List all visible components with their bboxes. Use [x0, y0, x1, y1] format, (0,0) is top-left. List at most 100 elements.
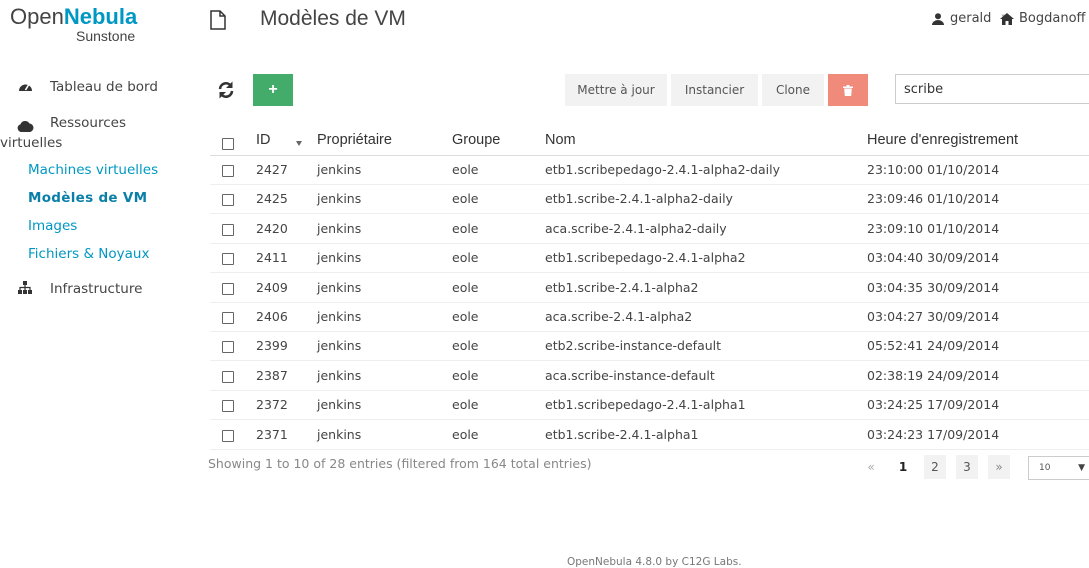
table-row[interactable]: 2406 jenkins eole aca.scribe-2.4.1-alpha2 03…: [210, 303, 1089, 332]
search-input[interactable]: [895, 74, 1089, 104]
table-row[interactable]: 2425 jenkins eole etb1.scribe-2.4.1-alpha2-…: [210, 185, 1089, 215]
row-checkbox[interactable]: [222, 194, 234, 207]
column-header-group[interactable]: Groupe: [452, 132, 500, 148]
column-header-registration-time[interactable]: Heure d'enregistrement: [867, 132, 1018, 148]
delete-button[interactable]: [828, 74, 868, 106]
page-title: Modèles de VM: [260, 7, 406, 30]
pagination-page-1[interactable]: 1: [892, 455, 914, 479]
cell-registration-time: 03:04:27 30/09/2014: [867, 309, 1000, 324]
row-checkbox[interactable]: [222, 165, 234, 177]
row-checkbox[interactable]: [222, 282, 234, 295]
cell-group: eole: [452, 309, 479, 324]
pagination-next[interactable]: »: [988, 455, 1010, 479]
chevron-down-icon: ▼: [1078, 463, 1085, 473]
cell-registration-time: 23:10:00 01/10/2014: [867, 162, 1000, 177]
cell-owner: jenkins: [317, 191, 362, 207]
cell-name: etb1.scribepedago-2.4.1-alpha1: [545, 397, 746, 413]
cell-owner: jenkins: [317, 220, 362, 236]
sidebar-item-dashboard[interactable]: Tableau de bord: [14, 78, 158, 96]
sidebar-item-images[interactable]: Images: [28, 218, 77, 234]
row-checkbox[interactable]: [222, 341, 234, 354]
cell-name: etb1.scribepedago-2.4.1-alpha2-daily: [545, 162, 780, 177]
file-icon: [210, 10, 226, 30]
clone-button[interactable]: Clone: [762, 74, 824, 106]
cell-name: etb1.scribe-2.4.1-alpha1: [545, 426, 699, 442]
cell-group: eole: [452, 367, 479, 383]
sitemap-icon: [14, 280, 36, 298]
table-row[interactable]: 2409 jenkins eole etb1.scribe-2.4.1-alpha2 0…: [210, 274, 1089, 303]
sidebar-item-label: Tableau de bord: [50, 79, 158, 95]
column-header-name[interactable]: Nom: [545, 132, 576, 148]
logo-part2: Nebula: [63, 4, 138, 29]
cell-registration-time: 03:24:23 17/09/2014: [867, 426, 1000, 442]
username: gerald: [950, 11, 992, 26]
sidebar: OpenNebula Sunstone Tableau de bord Ress…: [0, 0, 190, 566]
table-row[interactable]: 2371 jenkins eole etb1.scribe-2.4.1-alpha1 0…: [210, 421, 1089, 450]
pagination-page-2[interactable]: 2: [924, 455, 946, 479]
instantiate-button[interactable]: Instancier: [671, 74, 758, 106]
cell-id: 2409: [256, 279, 288, 295]
cell-registration-time: 03:04:35 30/09/2014: [867, 279, 1000, 295]
cell-registration-time: 23:09:46 01/10/2014: [867, 191, 1000, 207]
sort-desc-icon[interactable]: [296, 141, 302, 146]
row-checkbox[interactable]: [222, 400, 234, 413]
add-button[interactable]: +: [253, 74, 293, 106]
cell-id: 2425: [256, 191, 288, 207]
sidebar-item-files-kernels[interactable]: Fichiers & Noyaux: [28, 246, 149, 262]
cell-owner: jenkins: [317, 397, 362, 413]
zone-menu[interactable]: Bogdanoff: [1000, 11, 1086, 26]
cell-group: eole: [452, 162, 479, 177]
column-header-owner[interactable]: Propriétaire: [317, 132, 392, 148]
table-row[interactable]: 2411 jenkins eole etb1.scribepedago-2.4.1-a…: [210, 244, 1089, 274]
user-icon: [932, 12, 944, 25]
cell-group: eole: [452, 279, 479, 295]
column-header-id[interactable]: ID: [256, 132, 271, 148]
cell-id: 2427: [256, 162, 288, 177]
cell-id: 2420: [256, 220, 288, 236]
cell-id: 2399: [256, 338, 288, 354]
cell-owner: jenkins: [317, 162, 362, 177]
user-menu[interactable]: gerald ▼: [932, 11, 1009, 26]
row-checkbox[interactable]: [222, 312, 234, 324]
cell-registration-time: 23:09:10 01/10/2014: [867, 220, 1000, 236]
cell-name: etb1.scribepedago-2.4.1-alpha2: [545, 250, 746, 266]
sidebar-item-infrastructure[interactable]: Infrastructure: [14, 280, 142, 298]
pagination-previous[interactable]: «: [860, 455, 882, 479]
sidebar-item-virtual-machines[interactable]: Machines virtuelles: [28, 162, 158, 178]
row-checkbox[interactable]: [222, 223, 234, 236]
table-info: Showing 1 to 10 of 28 entries (filtered …: [208, 456, 592, 471]
cell-id: 2406: [256, 309, 288, 324]
cell-name: etb2.scribe-instance-default: [545, 338, 722, 354]
cell-owner: jenkins: [317, 250, 362, 266]
sidebar-item-vm-templates[interactable]: Modèles de VM: [28, 190, 147, 206]
row-checkbox[interactable]: [222, 253, 234, 266]
logo-part1: Open: [10, 4, 64, 29]
cell-owner: jenkins: [317, 367, 362, 383]
cell-group: eole: [452, 191, 479, 207]
cell-owner: jenkins: [317, 279, 362, 295]
cell-group: eole: [452, 220, 479, 236]
cell-id: 2411: [256, 250, 288, 266]
cell-owner: jenkins: [317, 309, 362, 324]
table-row[interactable]: 2399 jenkins eole etb2.scribe-instance-defa…: [210, 332, 1089, 362]
logo[interactable]: OpenNebula Sunstone: [10, 4, 138, 44]
footer: OpenNebula 4.8.0 by C12G Labs.: [567, 556, 742, 568]
row-checkbox[interactable]: [222, 429, 234, 442]
row-checkbox[interactable]: [222, 370, 234, 383]
refresh-icon[interactable]: [216, 80, 236, 100]
cell-id: 2372: [256, 397, 288, 413]
cell-name: etb1.scribe-2.4.1-alpha2-daily: [545, 191, 733, 207]
cell-group: eole: [452, 397, 479, 413]
table-row[interactable]: 2372 jenkins eole etb1.scribepedago-2.4.1-a…: [210, 391, 1089, 421]
table-row[interactable]: 2420 jenkins eole aca.scribe-2.4.1-alpha2-d…: [210, 215, 1089, 244]
update-button[interactable]: Mettre à jour: [565, 74, 667, 106]
table-row[interactable]: 2427 jenkins eole etb1.scribepedago-2.4.1-a…: [210, 156, 1089, 185]
pagination-page-3[interactable]: 3: [956, 455, 978, 479]
sidebar-item-label-line2: virtuelles: [0, 135, 63, 151]
table-row[interactable]: 2387 jenkins eole aca.scribe-instance-defau…: [210, 362, 1089, 391]
cell-owner: jenkins: [317, 338, 362, 354]
dashboard-icon: [14, 78, 36, 96]
logo-sub: Sunstone: [76, 28, 136, 44]
select-all-checkbox[interactable]: [222, 138, 234, 150]
page-size-select[interactable]: 10 ▼: [1028, 456, 1089, 480]
